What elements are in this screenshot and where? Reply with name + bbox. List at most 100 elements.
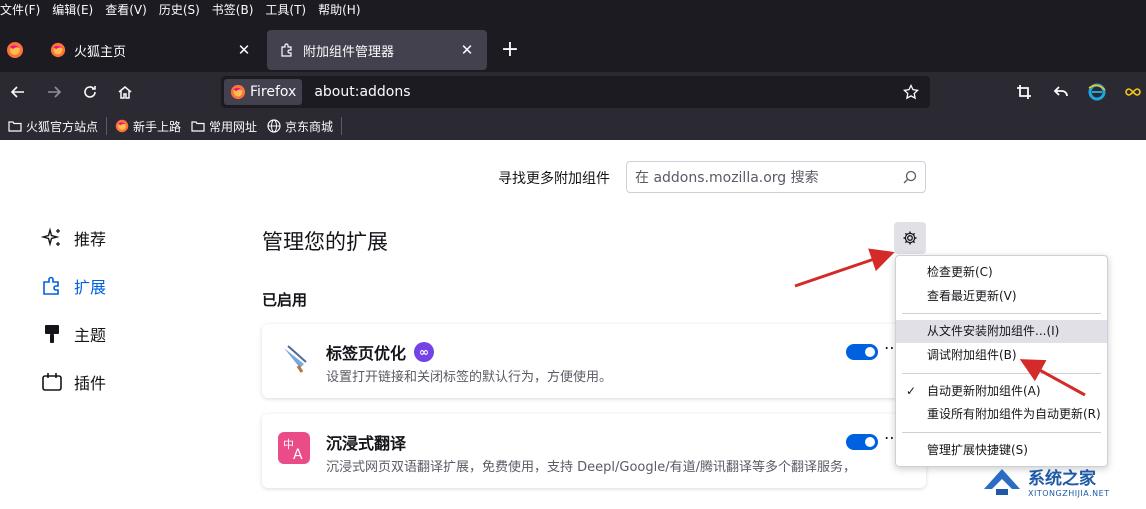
infinity-icon <box>1125 88 1141 96</box>
extension-name: 沉浸式翻译 <box>326 430 406 454</box>
reload-button[interactable] <box>78 80 102 104</box>
firefox-icon <box>50 42 66 58</box>
sidebar-item-label: 扩展 <box>74 278 107 297</box>
menu-help[interactable]: 帮助(H) <box>318 0 360 20</box>
extension-button[interactable] <box>1121 80 1145 104</box>
firefox-view-button[interactable] <box>0 30 30 70</box>
identity-label: Firefox <box>250 84 297 100</box>
section-heading-enabled: 已启用 <box>262 291 308 309</box>
crop-icon <box>1017 85 1031 99</box>
bookmark-label: 京东商城 <box>285 119 334 134</box>
firefox-icon <box>7 42 23 58</box>
arrow-left-icon <box>10 86 24 98</box>
tab-addons-manager[interactable]: 附加组件管理器 ✕ <box>267 30 487 70</box>
menu-view[interactable]: 查看(V) <box>105 0 147 20</box>
extension-card[interactable]: 中A 沉浸式翻译 沉浸式网页双语翻译扩展，免费使用，支持 Deepl/Googl… <box>262 414 926 488</box>
menu-edit[interactable]: 编辑(E) <box>52 0 93 20</box>
star-icon <box>903 84 919 100</box>
nav-bar: Firefox about:addons <box>0 72 1146 112</box>
watermark: 系统之家 XITONGZHIJIA.NET <box>982 458 1142 504</box>
menu-separator <box>902 373 1101 374</box>
watermark-subtitle: XITONGZHIJIA.NET <box>1028 489 1110 498</box>
sidebar-item-label: 推荐 <box>74 230 107 249</box>
find-more-label: 寻找更多附加组件 <box>498 171 610 187</box>
menu-item-install-from-file[interactable]: 从文件安装附加组件...(I) <box>896 320 1107 343</box>
bookmark-jd[interactable]: 京东商城 <box>267 118 333 135</box>
plugin-icon <box>40 370 64 394</box>
bookmark-label: 新手上路 <box>133 119 182 134</box>
menu-item-auto-update[interactable]: ✓ 自动更新附加组件(A) <box>896 380 1107 403</box>
bookmark-official-site[interactable]: 火狐官方站点 <box>8 118 98 135</box>
menu-item-debug-addons[interactable]: 调试附加组件(B) <box>896 344 1107 367</box>
tab-title: 附加组件管理器 <box>303 44 395 60</box>
close-tab-icon[interactable]: ✕ <box>236 41 252 59</box>
immersive-translate-icon: 中A <box>278 432 310 464</box>
menu-separator <box>902 432 1101 433</box>
new-tab-button[interactable]: + <box>498 38 522 62</box>
tab-strip: 火狐主页 ✕ 附加组件管理器 ✕ + <box>0 20 1146 72</box>
tab-optimizer-icon <box>278 342 310 374</box>
sidebar-item-extensions[interactable]: 扩展 <box>40 274 106 298</box>
puzzle-icon <box>281 43 292 57</box>
extension-description: 设置打开链接和关闭标签的默认行为，方便使用。 <box>326 370 613 385</box>
recommended-badge-icon: ∞ <box>414 342 435 362</box>
search-icon <box>903 170 917 184</box>
menu-item-reset-auto-update[interactable]: 重设所有附加组件为自动更新(R) <box>896 403 1107 426</box>
sidebar-item-themes[interactable]: 主题 <box>40 322 106 346</box>
tools-button[interactable] <box>894 222 926 254</box>
extension-name-text: 沉浸式翻译 <box>326 434 407 453</box>
tools-menu-popup: 检查更新(C) 查看最近更新(V) 从文件安装附加组件...(I) 调试附加组件… <box>895 255 1108 467</box>
checkmark-icon: ✓ <box>906 384 917 398</box>
sidebar-item-recommendations[interactable]: 推荐 <box>40 226 106 250</box>
back-button[interactable] <box>6 80 30 104</box>
close-tab-icon[interactable]: ✕ <box>459 41 475 59</box>
forward-button[interactable] <box>42 80 66 104</box>
bookmark-star-button[interactable] <box>900 81 922 103</box>
puzzle-icon <box>40 274 64 298</box>
bookmark-label: 常用网址 <box>209 119 258 134</box>
addons-search-input[interactable]: 在 addons.mozilla.org 搜索 <box>626 161 926 193</box>
bookmark-common-sites[interactable]: 常用网址 <box>191 118 257 135</box>
folder-icon <box>191 121 205 132</box>
url-text[interactable]: about:addons <box>314 84 900 100</box>
menu-item-check-updates[interactable]: 检查更新(C) <box>896 261 1107 284</box>
extension-card[interactable]: 标签页优化 ∞ 设置打开链接和关闭标签的默认行为，方便使用。 ⋯ <box>262 324 926 398</box>
reload-icon <box>84 86 96 98</box>
bookmark-separator <box>106 117 108 135</box>
undo-icon <box>1053 86 1068 97</box>
home-button[interactable] <box>113 80 137 104</box>
sidebar-item-plugins[interactable]: 插件 <box>40 370 106 394</box>
brush-icon <box>40 322 64 346</box>
gear-icon <box>903 231 917 245</box>
menu-item-recent-updates[interactable]: 查看最近更新(V) <box>896 285 1107 308</box>
identity-box[interactable]: Firefox <box>224 79 303 105</box>
extension-enable-toggle[interactable] <box>846 434 878 450</box>
bookmark-separator <box>341 117 343 135</box>
extension-description: 沉浸式网页双语翻译扩展，免费使用，支持 Deepl/Google/有道/腾讯翻译… <box>326 460 856 475</box>
watermark-title: 系统之家 <box>1028 469 1096 489</box>
menu-tools[interactable]: 工具(T) <box>265 0 306 20</box>
extension-name-text: 标签页优化 <box>326 344 407 363</box>
crop-button[interactable] <box>1012 80 1036 104</box>
page-title: 管理您的扩展 <box>262 230 388 254</box>
menu-bookmarks[interactable]: 书签(B) <box>212 0 254 20</box>
sidebar-item-label: 主题 <box>74 326 107 345</box>
undo-button[interactable] <box>1049 80 1073 104</box>
menu-history[interactable]: 历史(S) <box>159 0 200 20</box>
bookmark-getting-started[interactable]: 新手上路 <box>115 118 181 135</box>
url-bar[interactable]: Firefox about:addons <box>221 76 930 108</box>
search-placeholder: 在 addons.mozilla.org 搜索 <box>635 170 819 186</box>
arrow-right-icon <box>48 86 62 98</box>
globe-icon <box>267 119 281 133</box>
tab-title: 火狐主页 <box>74 44 127 60</box>
ie-tab-button[interactable] <box>1085 80 1109 104</box>
firefox-icon <box>230 84 246 100</box>
firefox-icon <box>115 119 129 133</box>
menu-separator <box>902 313 1101 314</box>
tab-firefox-home[interactable]: 火狐主页 ✕ <box>38 30 264 70</box>
menu-file[interactable]: 文件(F) <box>0 0 40 20</box>
bookmark-label: 火狐官方站点 <box>26 119 99 134</box>
extension-enable-toggle[interactable] <box>846 344 878 360</box>
sidebar-item-label: 插件 <box>74 374 107 393</box>
watermark-logo-icon <box>984 469 1020 495</box>
